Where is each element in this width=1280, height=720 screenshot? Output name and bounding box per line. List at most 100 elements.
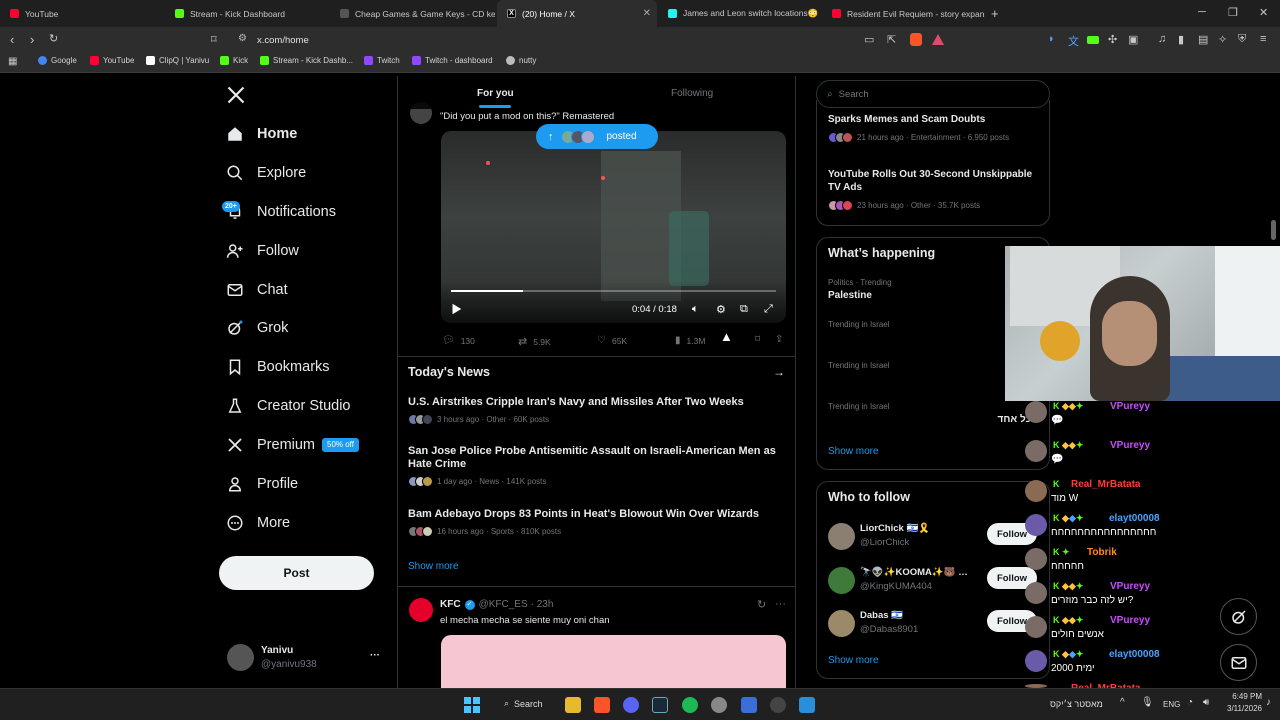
picture-in-picture-icon[interactable]: ⧉ xyxy=(740,303,748,316)
reply-button[interactable]: 💬︎ 130 xyxy=(442,335,475,346)
settings-icon[interactable]: ⚙ xyxy=(716,303,726,316)
news-item[interactable]: San Jose Police Probe Antisemitic Assaul… xyxy=(408,445,786,487)
page-scrollbar-thumb[interactable] xyxy=(1271,220,1276,240)
tab-following[interactable]: Following xyxy=(671,88,713,99)
nav-follow[interactable]: Follow xyxy=(226,236,299,266)
nav-home[interactable]: Home xyxy=(226,119,297,149)
avatar[interactable] xyxy=(828,523,855,550)
translate-icon[interactable]: 文 xyxy=(1068,33,1079,49)
share-icon[interactable]: ⇪ xyxy=(775,334,783,345)
brave-shield-icon[interactable] xyxy=(910,33,922,46)
news-item[interactable]: Bam Adebayo Drops 83 Points in Heat's Bl… xyxy=(408,508,786,537)
url-bar[interactable]: ⚙ x.com/home xyxy=(230,30,870,50)
avatar[interactable] xyxy=(227,644,254,671)
file-explorer-icon[interactable] xyxy=(565,697,581,713)
bookmark-item[interactable]: Stream - Kick Dashb... xyxy=(260,56,353,65)
new-posts-pill[interactable]: ↑ posted xyxy=(536,124,658,149)
views-button[interactable]: ▮ 1.3M xyxy=(675,335,705,346)
cast-icon[interactable]: ▭ xyxy=(864,33,874,46)
account-more-button[interactable]: ··· xyxy=(370,650,380,661)
taskbar-search-button[interactable]: ⌕ Search xyxy=(504,698,543,709)
close-tab-icon[interactable]: ✕ xyxy=(643,8,651,19)
follow-show-more-link[interactable]: Show more xyxy=(828,655,879,666)
play-icon[interactable] xyxy=(449,302,463,321)
grok-explain-icon[interactable]: ↻ xyxy=(757,598,766,611)
video-progress-track[interactable] xyxy=(451,290,776,292)
bookmark-item[interactable]: ClipQ | Yanivu xyxy=(146,56,209,65)
x-logo-icon[interactable] xyxy=(226,85,246,110)
tab-for-you[interactable]: For you xyxy=(477,88,514,99)
kfc-avatar[interactable] xyxy=(409,598,433,622)
new-tab-button[interactable]: + xyxy=(991,6,999,21)
apps-grid-icon[interactable]: ▦ xyxy=(8,56,17,67)
more-options-icon[interactable]: ··· xyxy=(775,598,786,610)
app-icon[interactable] xyxy=(741,697,757,713)
news-show-more-link[interactable]: Show more xyxy=(408,561,459,572)
photos-icon[interactable] xyxy=(799,697,815,713)
trend-item[interactable]: Politics · Trending Palestine xyxy=(828,278,892,302)
vpn-icon[interactable]: ⛨ xyxy=(1238,33,1246,46)
steam-icon[interactable] xyxy=(652,697,668,713)
bookmark-icon[interactable]: ⌑ xyxy=(755,334,760,345)
browser-tab[interactable]: Cheap Games & Game Keys - CD key xyxy=(330,0,495,27)
obs-icon[interactable] xyxy=(770,697,786,713)
github-icon[interactable] xyxy=(711,697,727,713)
tweet-time[interactable]: · 23h xyxy=(531,599,554,610)
suggested-user-name[interactable]: Dabas 🇮🇱 xyxy=(860,610,903,621)
grok-float-button[interactable] xyxy=(1220,598,1257,635)
maximize-icon[interactable]: ❐ xyxy=(1228,6,1238,19)
repost-button[interactable]: ⇄ 5.9K xyxy=(518,335,551,348)
clock-date[interactable]: 3/11/2026 xyxy=(1224,704,1262,713)
extension-icon[interactable] xyxy=(1087,36,1099,44)
site-info-icon[interactable]: ⚙ xyxy=(238,33,247,44)
back-icon[interactable]: ‹ xyxy=(10,32,14,47)
chevron-up-icon[interactable]: ^ xyxy=(1120,697,1125,708)
chat-username[interactable]: elayt00008 xyxy=(1109,649,1160,660)
share-icon[interactable]: ⇱ xyxy=(887,33,896,46)
spotify-icon[interactable] xyxy=(682,697,698,713)
tweet-media[interactable] xyxy=(441,635,786,688)
avatar[interactable] xyxy=(828,567,855,594)
reload-icon[interactable]: ↻ xyxy=(49,32,58,45)
suggested-user-name[interactable]: LiorChick 🇮🇱🎗️ xyxy=(860,523,930,534)
nav-creator-studio[interactable]: Creator Studio xyxy=(226,391,351,421)
browser-tab[interactable]: Resident Evil Requiem - story expans xyxy=(822,0,985,27)
trend-item[interactable]: Trending in Israel כל אחד xyxy=(828,402,1043,426)
minimize-icon[interactable]: ─ xyxy=(1198,6,1206,18)
trend-item[interactable]: Trending in Israel xyxy=(828,320,890,329)
browser-tab[interactable]: James and Leon switch locations😳 xyxy=(658,0,820,27)
screenshot-icon[interactable]: ▣ xyxy=(1128,33,1138,46)
nav-explore[interactable]: Explore xyxy=(226,158,306,188)
browser-tab[interactable]: Stream - Kick Dashboard xyxy=(165,0,330,27)
chat-username[interactable]: Tobrik xyxy=(1087,547,1117,558)
music-icon[interactable]: ♫ xyxy=(1158,33,1166,45)
leo-icon[interactable]: ✧ xyxy=(1218,33,1227,46)
wallet-icon[interactable]: ▤ xyxy=(1198,33,1208,46)
menu-icon[interactable]: ≡ xyxy=(1260,33,1266,45)
nav-notifications[interactable]: Notifications xyxy=(226,197,336,227)
clock-time[interactable]: 6:49 PM xyxy=(1230,692,1262,701)
trend-item[interactable]: Sparks Memes and Scam Doubts 21 hours ag… xyxy=(828,113,1043,143)
nav-grok[interactable]: Grok xyxy=(226,313,288,343)
bookmark-item[interactable]: nutty xyxy=(506,56,536,65)
close-window-icon[interactable]: ✕ xyxy=(1259,6,1268,19)
tweet-author-handle[interactable]: @KFC_ES xyxy=(479,599,528,610)
chat-username[interactable]: elayt00008 xyxy=(1109,513,1160,524)
bookmark-item[interactable]: Kick xyxy=(220,56,248,65)
windows-start-icon[interactable] xyxy=(464,697,480,713)
bookmark-item[interactable]: Google xyxy=(38,56,77,65)
bookmark-item[interactable]: Twitch xyxy=(364,56,400,65)
chat-username[interactable]: VPureyy xyxy=(1110,581,1150,592)
sidebar-icon[interactable]: ▮ xyxy=(1178,33,1184,46)
nav-chat[interactable]: Chat xyxy=(226,275,288,305)
nav-bookmarks[interactable]: Bookmarks xyxy=(226,352,330,382)
browser-tab-active[interactable]: X (20) Home / X ✕ xyxy=(497,0,657,27)
volume-icon[interactable]: 🔈︎ xyxy=(692,303,699,316)
puzzle-icon[interactable]: ✣ xyxy=(1108,33,1117,46)
search-input[interactable] xyxy=(838,88,1019,100)
bookmark-page-icon[interactable]: ⌑ xyxy=(211,33,217,46)
volume-icon[interactable]: 🔊︎ xyxy=(1203,697,1209,708)
like-button[interactable]: ♡ 65K xyxy=(597,335,627,346)
bookmark-item[interactable]: Twitch - dashboard xyxy=(412,56,493,65)
nav-premium[interactable]: Premium xyxy=(226,430,315,460)
